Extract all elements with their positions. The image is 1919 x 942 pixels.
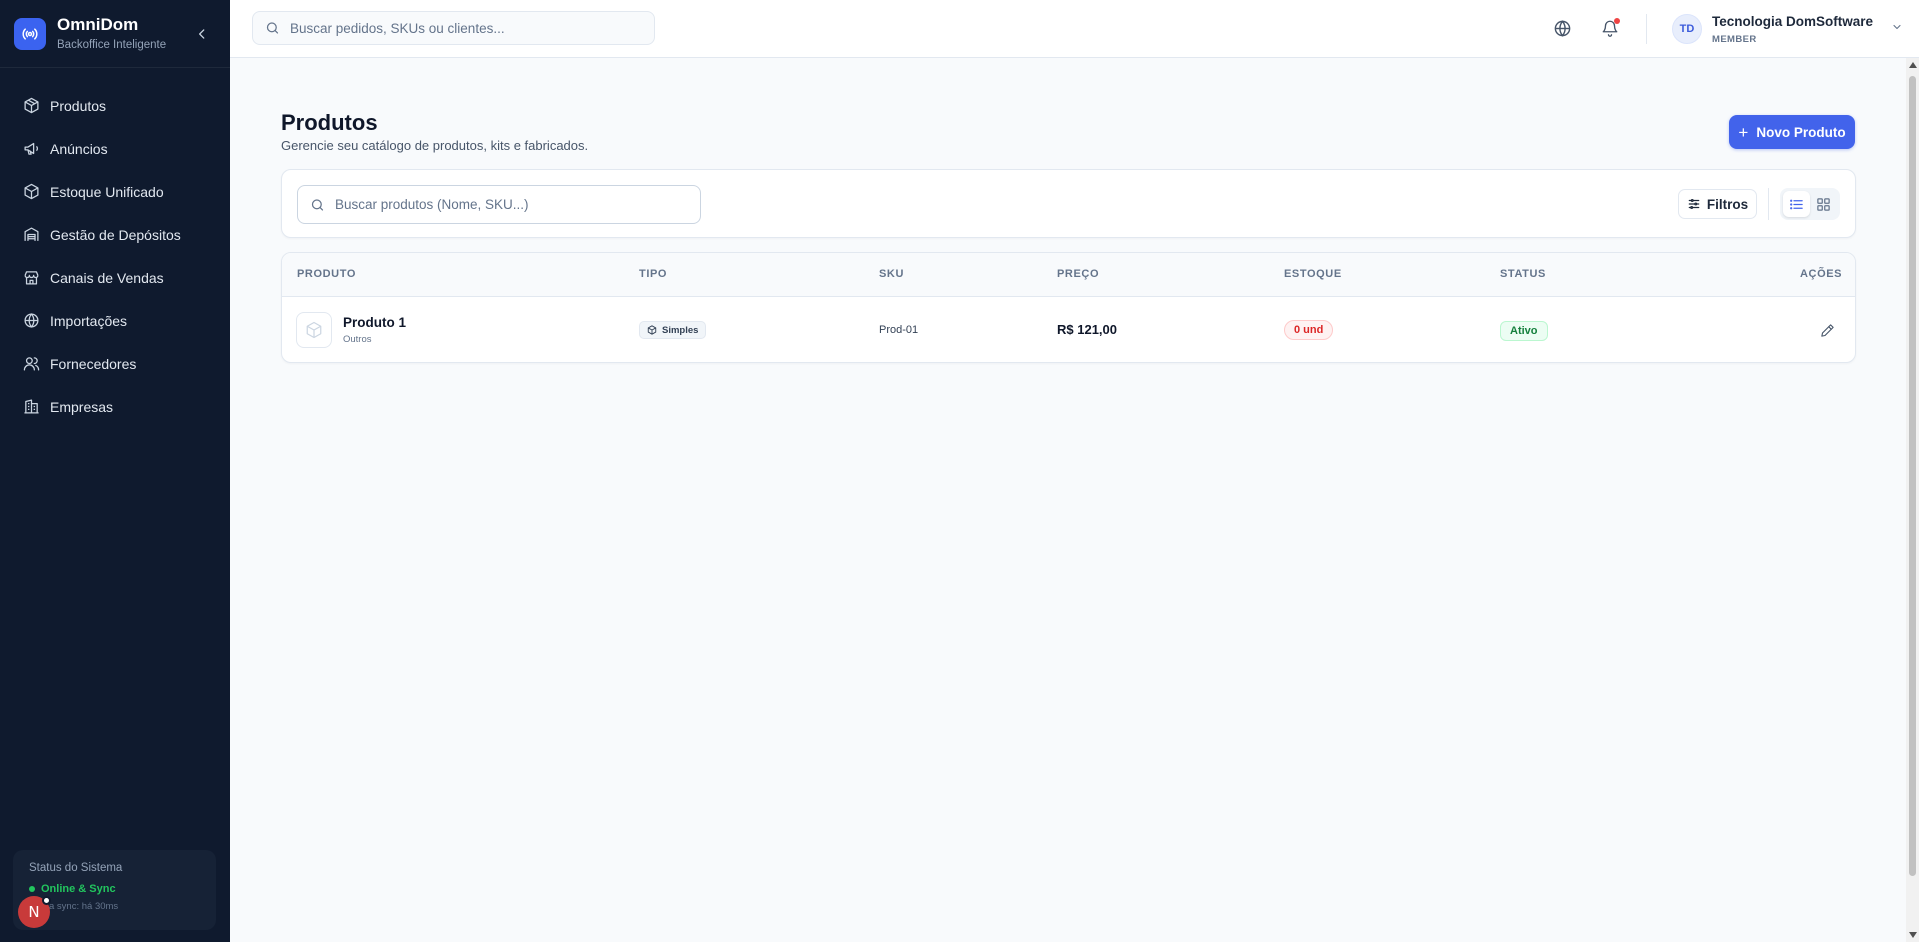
users-icon xyxy=(22,355,40,373)
sidebar-item-label: Estoque Unificado xyxy=(50,183,164,200)
store-icon xyxy=(22,269,40,287)
filter-bar: Filtros xyxy=(281,169,1856,238)
table-row[interactable]: Produto 1 Outros Simples Prod-01 R$ 121,… xyxy=(282,297,1855,362)
products-table: PRODUTO TIPO SKU PREÇO ESTOQUE STATUS AÇ… xyxy=(281,252,1856,363)
scroll-thumb[interactable] xyxy=(1909,76,1916,876)
product-sku: Prod-01 xyxy=(879,324,919,336)
edit-product-button[interactable] xyxy=(1818,321,1836,339)
notification-dot xyxy=(1614,18,1620,24)
system-status-state: Online & Sync xyxy=(29,883,200,895)
sidebar-item-label: Canais de Vendas xyxy=(50,269,164,286)
user-role: MEMBER xyxy=(1712,33,1757,45)
avatar-badge xyxy=(42,896,51,905)
chevron-left-icon xyxy=(199,29,205,39)
filters-label: Filtros xyxy=(1706,196,1749,212)
pencil-icon xyxy=(1820,323,1834,337)
scroll-down-arrow-icon[interactable] xyxy=(1909,932,1917,938)
product-type-badge: Simples xyxy=(639,321,707,339)
sidebar-item-estoque-unificado[interactable]: Estoque Unificado xyxy=(0,170,230,213)
product-name: Produto 1 xyxy=(343,315,406,330)
page-title: Produtos xyxy=(281,110,378,135)
sidebar-item-gestao-de-depositos[interactable]: Gestão de Depósitos xyxy=(0,213,230,256)
box-icon xyxy=(647,325,657,335)
language-button[interactable] xyxy=(1552,18,1572,38)
column-header-status[interactable]: STATUS xyxy=(1500,268,1546,280)
warehouse-icon xyxy=(22,226,40,244)
product-status-badge: Ativo xyxy=(1500,321,1548,341)
product-type-label: Simples xyxy=(662,324,699,336)
product-stock-badge: 0 und xyxy=(1284,320,1334,340)
sliders-icon xyxy=(1687,197,1701,211)
sidebar-item-importacoes[interactable]: Importações xyxy=(0,299,230,342)
search-icon xyxy=(266,22,279,34)
sidebar-item-empresas[interactable]: Empresas xyxy=(0,385,230,428)
online-dot-icon xyxy=(29,886,35,892)
new-product-label: Novo Produto xyxy=(1756,124,1846,140)
column-header-estoque[interactable]: ESTOQUE xyxy=(1284,268,1342,280)
user-avatar: TD xyxy=(1672,14,1702,44)
filters-button[interactable]: Filtros xyxy=(1678,189,1757,219)
column-header-acoes: AÇÕES xyxy=(1800,268,1843,280)
view-toggle xyxy=(1780,188,1840,220)
page-scrollbar[interactable] xyxy=(1906,58,1919,942)
topbar-divider xyxy=(1646,14,1647,44)
system-status-title: Status do Sistema xyxy=(29,862,123,874)
filter-divider xyxy=(1768,188,1769,220)
box-icon xyxy=(22,183,40,201)
grid-view-button[interactable] xyxy=(1810,191,1837,217)
sidebar-item-label: Produtos xyxy=(50,97,107,114)
brand-header: OmniDom Backoffice Inteligente xyxy=(0,0,230,68)
global-search-input[interactable] xyxy=(289,20,654,36)
user-name: Tecnologia DomSoftware xyxy=(1712,13,1874,29)
brand-name: OmniDom xyxy=(57,14,139,34)
global-search[interactable] xyxy=(252,11,655,45)
sidebar-item-label: Importações xyxy=(50,312,128,329)
chevron-down-icon xyxy=(1893,24,1901,30)
column-header-sku[interactable]: SKU xyxy=(879,268,904,280)
product-search-input[interactable] xyxy=(334,197,700,212)
product-search[interactable] xyxy=(297,185,701,224)
sidebar-item-label: Fornecedores xyxy=(50,355,137,372)
sidebar-item-canais-de-vendas[interactable]: Canais de Vendas xyxy=(0,256,230,299)
sidebar-item-label: Empresas xyxy=(50,398,114,415)
column-header-preco[interactable]: PREÇO xyxy=(1057,268,1099,280)
building-icon xyxy=(22,398,40,416)
globe-icon xyxy=(1554,19,1570,37)
sidebar-item-label: Gestão de Depósitos xyxy=(50,226,181,243)
sidebar-item-produtos[interactable]: Produtos xyxy=(0,84,230,127)
user-menu[interactable]: TD Tecnologia DomSoftware MEMBER xyxy=(1672,12,1903,46)
product-thumbnail xyxy=(296,312,332,348)
list-view-button[interactable] xyxy=(1783,191,1810,217)
notifications-button[interactable] xyxy=(1600,18,1620,38)
plus-icon: + xyxy=(1738,122,1749,142)
sidebar: OmniDom Backoffice Inteligente Produtos … xyxy=(0,0,230,942)
system-status-label: Online & Sync xyxy=(41,883,116,895)
page-subtitle: Gerencie seu catálogo de produtos, kits … xyxy=(281,138,589,153)
package-icon xyxy=(306,321,322,339)
topbar: TD Tecnologia DomSoftware MEMBER xyxy=(230,0,1919,58)
search-icon xyxy=(311,198,324,211)
brand-subtitle: Backoffice Inteligente xyxy=(57,38,167,51)
column-header-produto[interactable]: PRODUTO xyxy=(297,268,356,280)
sidebar-item-fornecedores[interactable]: Fornecedores xyxy=(0,342,230,385)
package-icon xyxy=(22,97,40,115)
product-price: R$ 121,00 xyxy=(1057,322,1117,337)
system-last-sync: a sync: há 30ms xyxy=(49,901,119,912)
list-icon xyxy=(1790,199,1803,209)
column-header-tipo[interactable]: TIPO xyxy=(639,268,667,280)
new-product-button[interactable]: + Novo Produto xyxy=(1729,115,1855,149)
sidebar-item-anuncios[interactable]: Anúncios xyxy=(0,127,230,170)
sidebar-nav: Produtos Anúncios Estoque Unificado Gest… xyxy=(0,68,230,428)
scroll-up-arrow-icon[interactable] xyxy=(1909,62,1917,68)
globe-icon xyxy=(22,312,40,330)
megaphone-icon xyxy=(22,140,40,158)
sidebar-item-label: Anúncios xyxy=(50,140,108,157)
product-category: Outros xyxy=(343,334,372,345)
table-header: PRODUTO TIPO SKU PREÇO ESTOQUE STATUS AÇ… xyxy=(282,253,1855,297)
grid-icon xyxy=(1817,197,1830,211)
broadcast-icon xyxy=(14,17,46,50)
collapse-sidebar-button[interactable] xyxy=(194,26,210,42)
